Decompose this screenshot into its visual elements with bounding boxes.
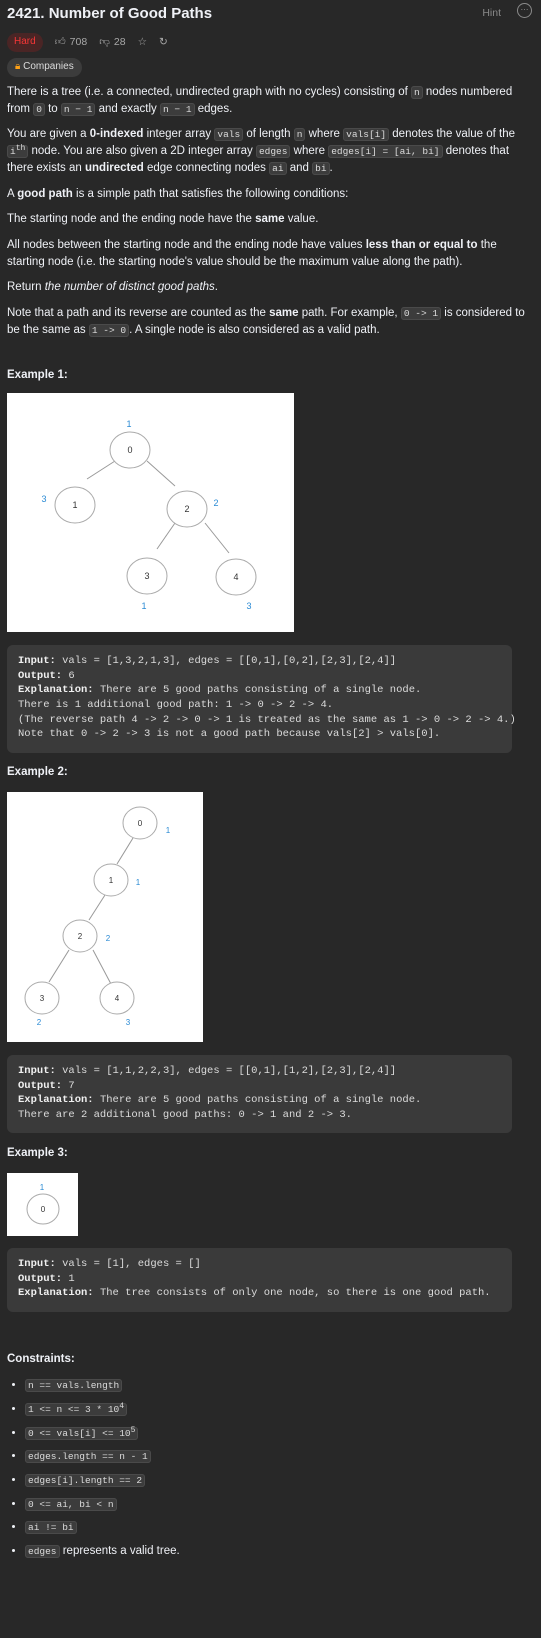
tree-node: 0: [138, 819, 143, 828]
tree-node: 2: [184, 504, 189, 514]
constraints-title: Constraints:: [7, 1353, 75, 1365]
constraint-item: edges represents a valid tree.: [25, 1543, 525, 1560]
refresh-icon[interactable]: ↻: [159, 35, 168, 50]
dislike-count: 28: [113, 35, 126, 48]
meta-bar: Hard 👍︎ 708 👎︎ 28 ☆ ↻: [7, 33, 168, 52]
tree-node: 0: [41, 1205, 46, 1214]
example-1-code: Input: vals = [1,3,2,1,3], edges = [[0,1…: [7, 645, 516, 753]
constraint-item: edges[i].length == 2: [25, 1472, 525, 1489]
tree-value: 2: [106, 934, 111, 943]
companies-label: Companies: [23, 61, 74, 72]
tree-node: 1: [109, 876, 114, 885]
example-1-title: Example 1:: [7, 369, 68, 381]
hint-button[interactable]: Hint: [482, 6, 501, 21]
paragraph-note: Note that a path and its reverse are cou…: [7, 306, 525, 337]
tree-value: 1: [126, 419, 131, 429]
companies-tag[interactable]: 🔒︎ Companies: [7, 58, 82, 77]
like-count: 708: [69, 35, 88, 48]
tree-value: 3: [126, 1018, 131, 1027]
example-3-title: Example 3:: [7, 1147, 68, 1159]
like-button[interactable]: 👍︎ 708: [55, 35, 88, 50]
tree-node: 2: [78, 932, 83, 941]
constraint-item: edges.length == n - 1: [25, 1448, 525, 1465]
constraints-list: n == vals.length 1 <= n <= 3 * 104 0 <= …: [7, 1377, 525, 1567]
tree-node: 0: [127, 445, 132, 455]
example-1-tree-image: 0 1 2 3 4 1 3 2 1 3: [7, 393, 294, 632]
example-3-code: Input: vals = [1], edges = [] Output: 1 …: [7, 1248, 512, 1312]
tree-value: 1: [166, 826, 171, 835]
tree-node: 1: [72, 500, 77, 510]
tree-value: 2: [213, 498, 218, 508]
paragraph-condition-1: The starting node and the ending node ha…: [7, 213, 319, 226]
difficulty-badge: Hard: [7, 33, 43, 52]
paragraph-good-path: A good path is a simple path that satisf…: [7, 187, 349, 200]
example-2-tree-image: 0 1 2 3 4 1 1 2 2 3: [7, 792, 203, 1042]
example-2-title: Example 2:: [7, 766, 68, 778]
paragraph-tree: There is a tree (i.e. a connected, undir…: [7, 86, 513, 116]
paragraph-condition-2: All nodes between the starting node and …: [7, 238, 497, 268]
tree-value: 1: [40, 1183, 45, 1192]
thumbs-up-icon: 👍︎: [54, 35, 66, 48]
more-options-icon[interactable]: ⋯: [517, 3, 532, 18]
paragraph-return: Return the number of distinct good paths…: [7, 281, 218, 294]
example-2-code: Input: vals = [1,1,2,2,3], edges = [[0,1…: [7, 1055, 512, 1133]
constraint-item: 0 <= ai, bi < n: [25, 1496, 525, 1513]
tree-value: 3: [41, 494, 46, 504]
tree-node: 4: [233, 572, 238, 582]
thumbs-down-icon: 👎︎: [99, 35, 110, 48]
tree-value: 2: [37, 1018, 42, 1027]
problem-description: There is a tree (i.e. a connected, undir…: [7, 84, 534, 347]
example-1-tree-svg: 0 1 2 3 4 1 3 2 1 3: [41, 419, 257, 611]
tree-node: 3: [40, 994, 45, 1003]
problem-title: 2421. Number of Good Paths: [7, 5, 213, 22]
constraint-item: 0 <= vals[i] <= 105: [25, 1425, 525, 1442]
example-3-tree-image: 0 1: [7, 1173, 78, 1236]
tree-value: 1: [136, 878, 141, 887]
constraint-item: 1 <= n <= 3 * 104: [25, 1401, 525, 1418]
example-3-tree-svg: 0 1: [26, 1183, 60, 1225]
star-icon[interactable]: ☆: [138, 35, 147, 50]
tree-node: 3: [144, 571, 149, 581]
constraint-item: n == vals.length: [25, 1377, 525, 1394]
constraint-item: ai != bi: [25, 1519, 525, 1536]
lock-icon: 🔒︎: [15, 61, 21, 72]
example-2-tree-svg: 0 1 2 3 4 1 1 2 2 3: [24, 806, 171, 1027]
dislike-button[interactable]: 👎︎ 28: [99, 35, 125, 50]
tree-value: 3: [246, 601, 251, 611]
tree-value: 1: [141, 601, 146, 611]
paragraph-input: You are given a 0-indexed integer array …: [7, 128, 516, 175]
tree-node: 4: [115, 994, 120, 1003]
